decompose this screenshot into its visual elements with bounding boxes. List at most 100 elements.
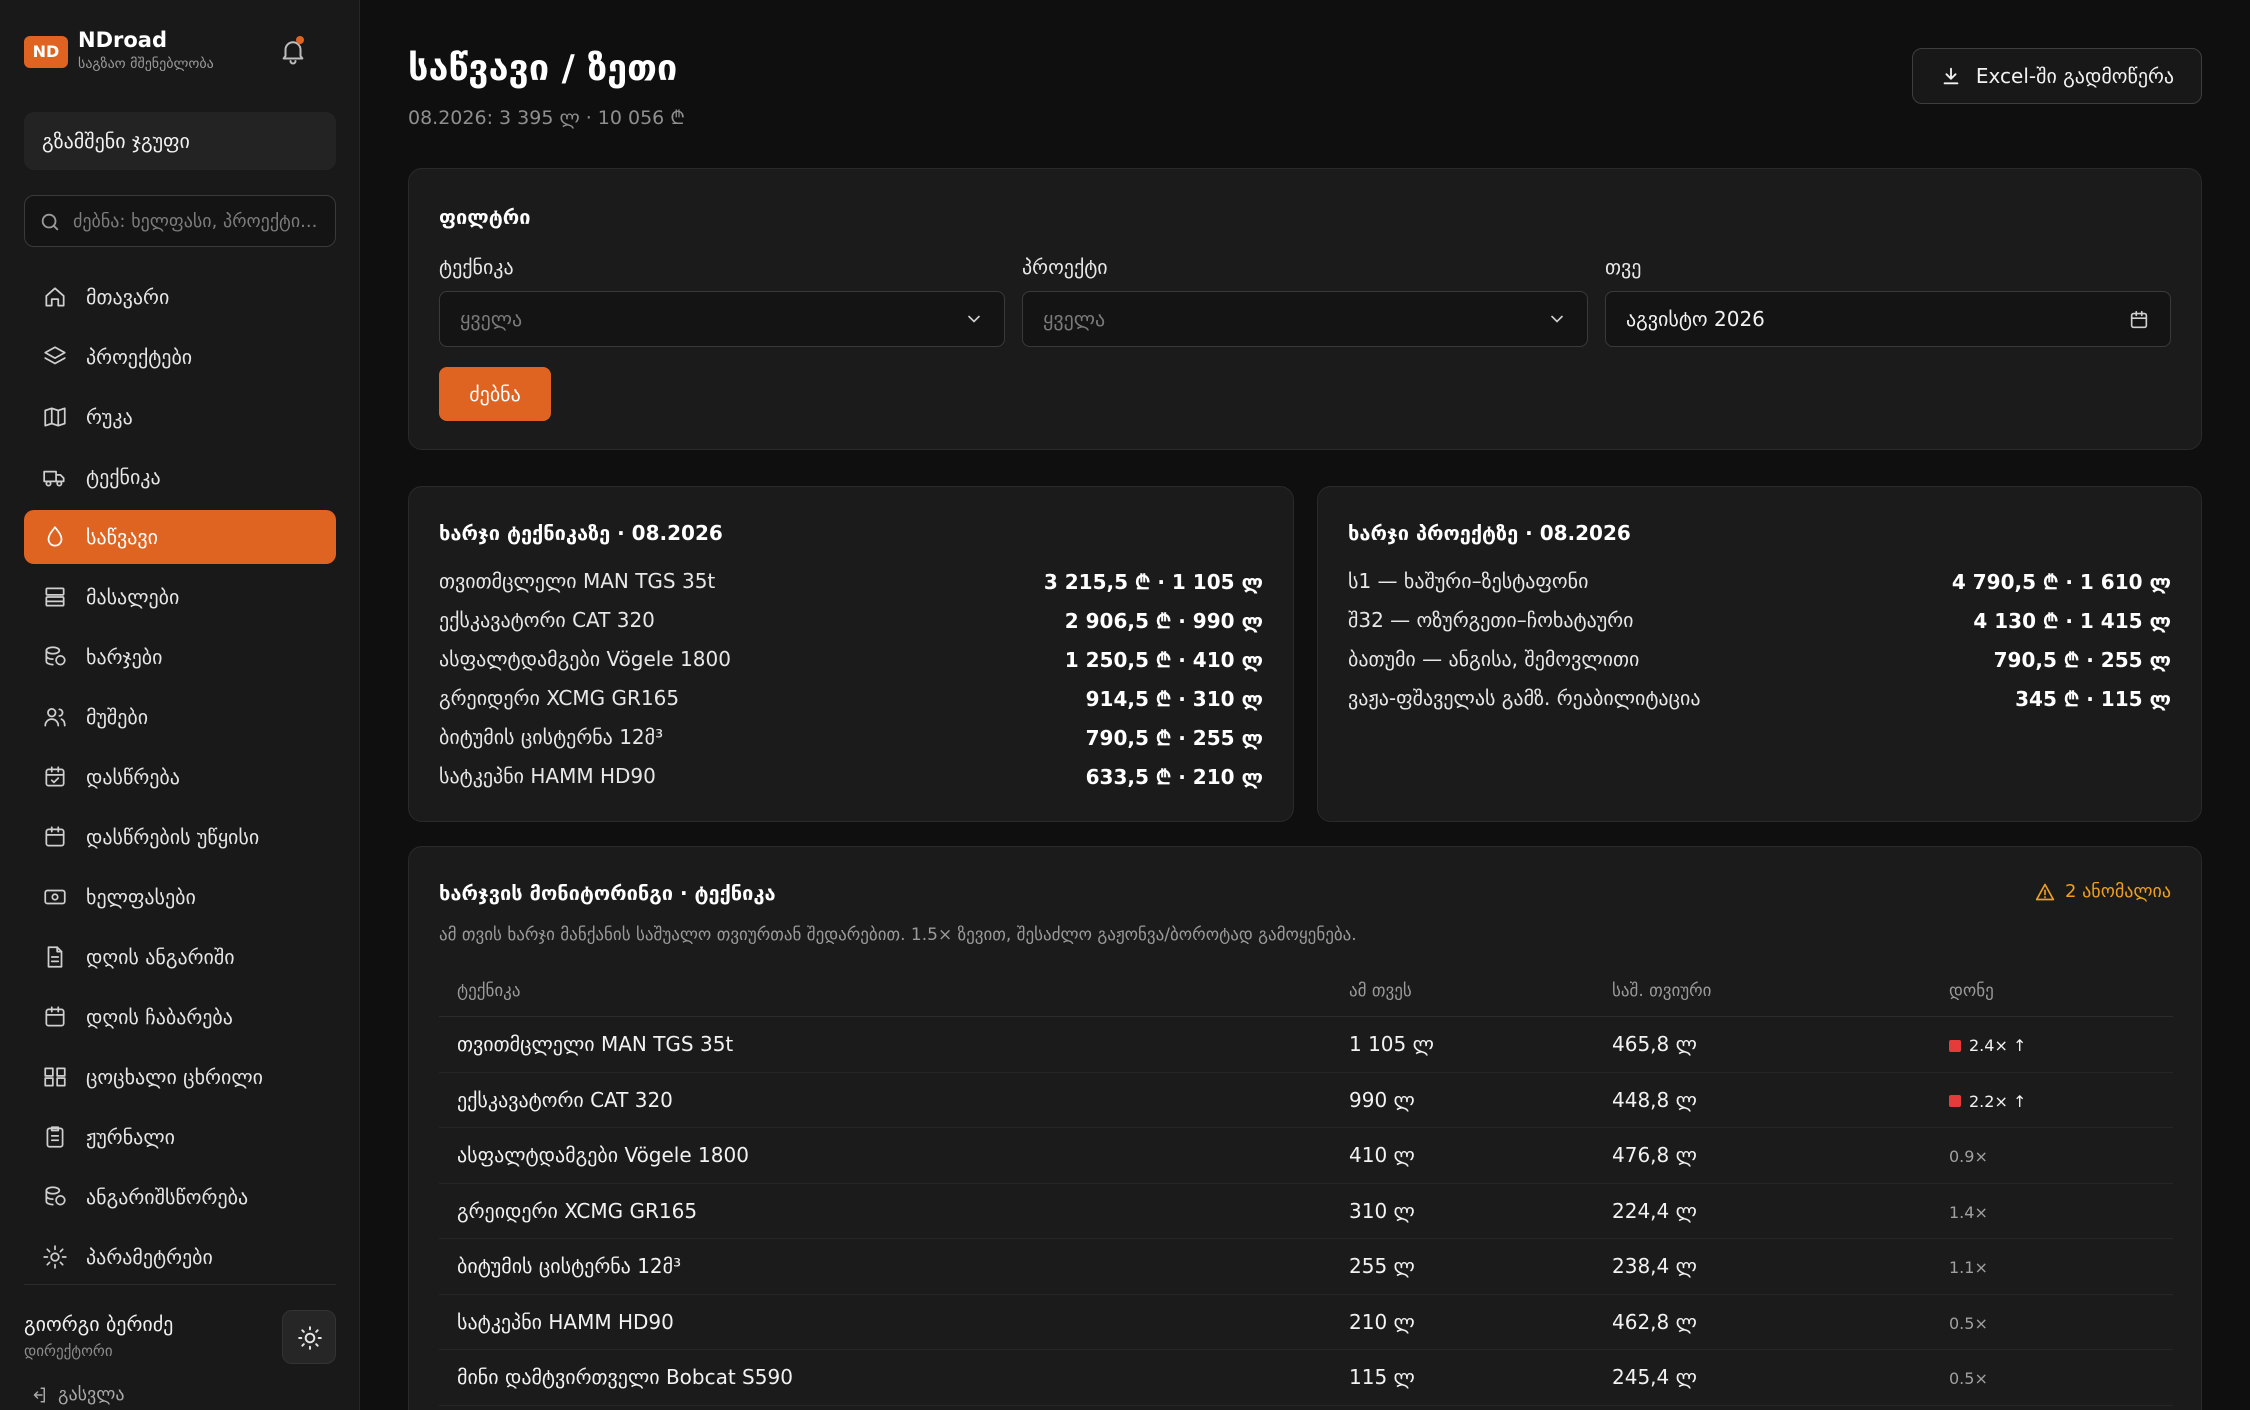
level-value: 0.9× xyxy=(1949,1147,1988,1166)
sidebar-item[interactable]: დღის ჩაბარება xyxy=(24,990,336,1044)
sidebar-item-label: მუშები xyxy=(86,705,149,729)
sidebar-item[interactable]: დასწრების უწყისი xyxy=(24,810,336,864)
equipment-name: სატკეპნი HAMM HD90 xyxy=(457,1309,674,1334)
filter-title: ფილტრი xyxy=(439,205,531,229)
table-row[interactable]: თვითმცლელი MAN TGS 35t 1 105 ლ 465,8 ლ 2.4×… xyxy=(439,1017,2173,1073)
sidebar-item[interactable]: ტექნიკა xyxy=(24,450,336,504)
monthly-average-value: 245,4 ლ xyxy=(1612,1365,1697,1389)
calendar-icon xyxy=(45,826,65,847)
sidebar-item[interactable]: პროექტები xyxy=(24,330,336,384)
table-row[interactable]: სატკეპნი HAMM HD90 210 ლ 462,8 ლ 0.5× xyxy=(439,1295,2173,1350)
cost-row-value: 1 250,5 ₾ · 410 ლ xyxy=(1064,647,1263,672)
sidebar-item[interactable]: საწვავი xyxy=(24,510,336,564)
company-group-button[interactable]: გზამშენი ჯგუფი xyxy=(24,112,336,170)
clipboard-icon xyxy=(46,1126,64,1148)
sidebar-item[interactable]: ხელფასები xyxy=(24,870,336,924)
table-row[interactable]: გრეიდერი XCMG GR165 310 ლ 224,4 ლ 1.4× xyxy=(439,1184,2173,1239)
column-header[interactable]: საშ. თვიური xyxy=(1612,981,1711,1001)
settings-icon xyxy=(43,1245,67,1269)
month-picker-value: აგვისტო 2026 xyxy=(1626,307,1765,331)
sidebar-item-label: რუკა xyxy=(86,405,133,429)
sidebar-item[interactable]: ჟურნალი xyxy=(24,1110,336,1164)
equipment-name: ბიტუმის ცისტერნა 12მ³ xyxy=(457,1254,682,1278)
logout-label: გასვლა xyxy=(58,1384,125,1405)
sidebar-item-label: ანგარიშსწორება xyxy=(86,1185,249,1209)
cost-row: შ32 — ოზურგეთი–ჩოხატაური 4 130 ₾ · 1 415 … xyxy=(1348,604,2171,636)
cost-row: სატკეპნი HAMM HD90 633,5 ₾ · 210 ლ xyxy=(439,760,1263,792)
table-row[interactable]: მინი დამტვირთველი Bobcat S590 115 ლ 245,4 … xyxy=(439,1350,2173,1406)
user-role: დირექტორი xyxy=(24,1342,113,1360)
column-header[interactable]: ამ თვეს xyxy=(1349,981,1412,1001)
level-value: 2.2× ↑ xyxy=(1969,1091,2027,1111)
equipment-name: გრეიდერი XCMG GR165 xyxy=(457,1198,698,1223)
search-icon xyxy=(41,213,59,231)
sidebar-item[interactable]: მასალები xyxy=(24,570,336,624)
cost-by-project-card: ხარჯი პროექტზე · 08.2026 ს1 — ხაშური–ზეს… xyxy=(1317,486,2202,822)
filter-search-button[interactable]: ძებნა xyxy=(439,367,551,421)
sidebar-item[interactable]: ხარჯები xyxy=(24,630,336,684)
cost-row-name: ბათუმი — ანგისა, შემოვლითი xyxy=(1348,647,1640,671)
warning-icon xyxy=(2035,883,2055,900)
grid-icon xyxy=(44,1067,66,1087)
equipment-name: ექსკავატორი CAT 320 xyxy=(457,1087,673,1112)
sidebar-item[interactable]: ცოცხალი ცხრილი xyxy=(24,1050,336,1104)
level-value: 0.5× xyxy=(1949,1369,1988,1388)
equipment-select[interactable]: ყველა xyxy=(439,291,1005,347)
sidebar-item[interactable]: დღის ანგარიში xyxy=(24,930,336,984)
coins-icon xyxy=(45,646,66,666)
this-month-value: 990 ლ xyxy=(1349,1087,1415,1112)
sidebar-search[interactable] xyxy=(24,195,336,247)
monthly-average-value: 462,8 ლ xyxy=(1612,1309,1697,1334)
truck-icon xyxy=(43,470,65,487)
brand[interactable]: ND NDroad საგზაო მშენებლობა xyxy=(24,28,336,78)
theme-toggle-button[interactable] xyxy=(282,1310,336,1364)
sidebar-item[interactable]: დასწრება xyxy=(24,750,336,804)
table-row[interactable]: ასფალტდამგები Vögele 1800 410 ლ 476,8 ლ 0.9… xyxy=(439,1128,2173,1184)
cost-row-value: 3 215,5 ₾ · 1 105 ლ xyxy=(1043,569,1263,594)
sidebar-item[interactable]: მუშები xyxy=(24,690,336,744)
materials-icon xyxy=(45,587,65,607)
layers-icon xyxy=(44,346,66,365)
project-select[interactable]: ყველა xyxy=(1022,291,1588,347)
table-row[interactable]: ექსკავატორი CAT 320 990 ლ 448,8 ლ 2.2× ↑ xyxy=(439,1073,2173,1128)
fuel-drop-icon xyxy=(47,526,63,547)
sidebar-item[interactable]: ანგარიშსწორება xyxy=(24,1170,336,1224)
cost-row-name: გრეიდერი XCMG GR165 xyxy=(439,686,680,710)
brand-name: NDroad xyxy=(78,28,167,52)
cost-row-name: ექსკავატორი CAT 320 xyxy=(439,608,655,632)
sidebar-item[interactable]: პარამეტრები xyxy=(24,1230,336,1284)
column-header[interactable]: დონე xyxy=(1949,981,1994,1001)
sidebar-item[interactable]: მთავარი xyxy=(24,270,336,324)
sidebar-item-label: ცოცხალი ცხრილი xyxy=(86,1065,263,1089)
cost-row-value: 345 ₾ · 115 ლ xyxy=(2015,686,2171,711)
cost-row-name: შ32 — ოზურგეთი–ჩოხატაური xyxy=(1348,608,1634,632)
logout-link[interactable]: გასვლა xyxy=(30,1384,125,1405)
cost-row: თვითმცლელი MAN TGS 35t 3 215,5 ₾ · 1 105 … xyxy=(439,565,1263,597)
month-picker[interactable]: აგვისტო 2026 xyxy=(1605,291,2171,347)
cost-row-value: 4 130 ₾ · 1 415 ლ xyxy=(1973,608,2171,633)
excel-export-label: Excel-ში გადმოწერა xyxy=(1975,64,2175,88)
brand-subtitle: საგზაო მშენებლობა xyxy=(78,56,214,72)
monitoring-title: ხარჯვის მონიტორინგი · ტექნიკა xyxy=(439,881,776,905)
project-select-value: ყველა xyxy=(1043,307,1106,331)
cost-row-name: სატკეპნი HAMM HD90 xyxy=(439,764,656,788)
column-header[interactable]: ტექნიკა xyxy=(457,981,520,1001)
this-month-value: 255 ლ xyxy=(1349,1254,1415,1278)
sidebar-item-label: პარამეტრები xyxy=(86,1245,213,1269)
sidebar-nav: მთავარი პროექტები რუკა ტექნიკა საწვავი მასალე… xyxy=(24,270,336,1290)
excel-export-button[interactable]: Excel-ში გადმოწერა xyxy=(1912,48,2202,104)
calendar-icon xyxy=(45,1006,65,1027)
this-month-value: 1 105 ლ xyxy=(1349,1032,1434,1056)
monitoring-description: ამ თვის ხარჯი მანქანის საშუალო თვიურთან … xyxy=(439,925,1357,945)
cost-row-value: 4 790,5 ₾ · 1 610 ლ xyxy=(1951,569,2171,594)
table-row[interactable]: ბიტუმის ცისტერნა 12მ³ 255 ლ 238,4 ლ 1.1× xyxy=(439,1239,2173,1295)
sidebar-item-label: ხელფასები xyxy=(86,885,196,909)
map-icon xyxy=(44,407,66,427)
cost-row-value: 790,5 ₾ · 255 ლ xyxy=(1085,725,1263,750)
search-input[interactable] xyxy=(73,196,328,246)
banknote-icon xyxy=(44,889,66,905)
sidebar-item-label: მასალები xyxy=(86,585,180,609)
sidebar-item[interactable]: რუკა xyxy=(24,390,336,444)
sidebar-divider xyxy=(24,1284,336,1285)
anomaly-badge[interactable]: 2 ანომალია xyxy=(2035,881,2171,902)
